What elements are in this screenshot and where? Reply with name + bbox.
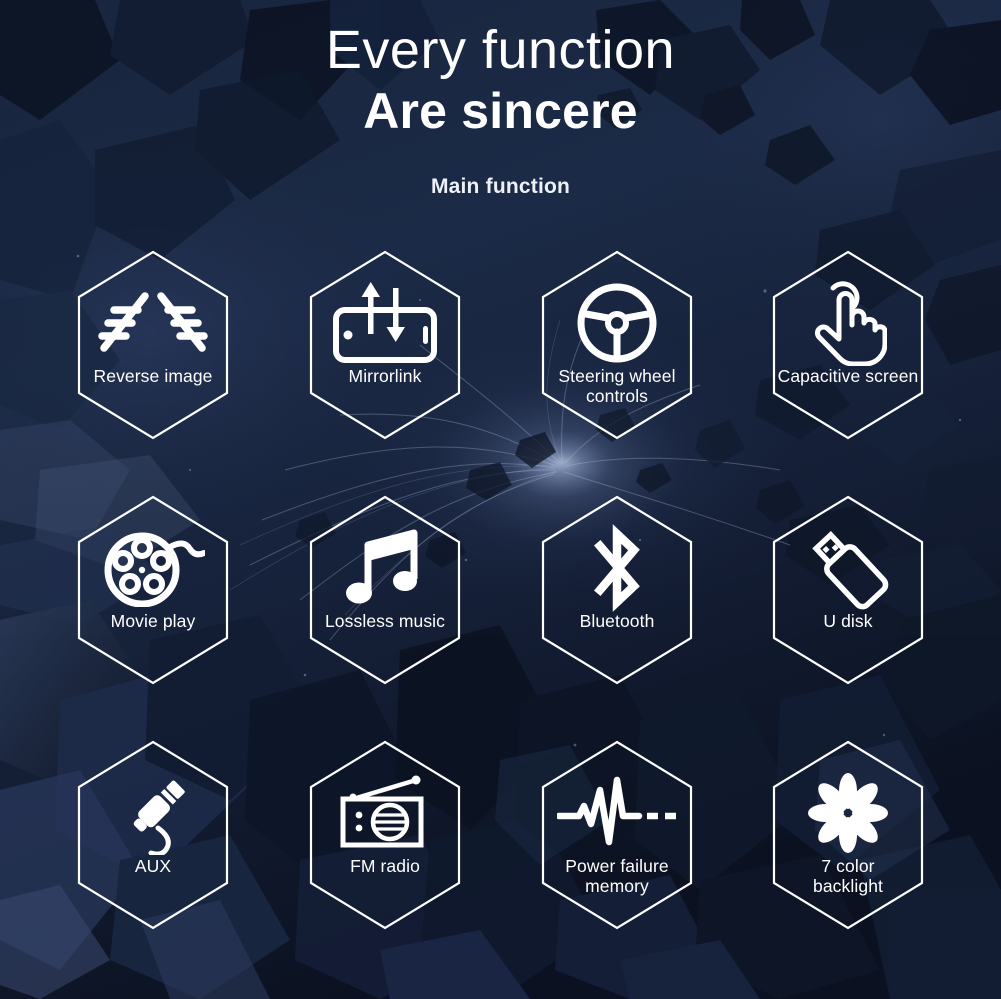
phone-sync-arrows-icon <box>307 279 463 367</box>
audio-jack-icon <box>75 769 231 857</box>
film-reel-icon <box>75 524 231 612</box>
feature-hex-tile-steering-wheel[interactable]: Steering wheel controls <box>539 249 695 441</box>
feature-hex-tile-backlight[interactable]: 7 color backlight <box>770 739 926 931</box>
feature-label-movie-play: Movie play <box>110 611 196 631</box>
music-note-icon <box>307 524 463 612</box>
feature-hex-tile-power-failure[interactable]: Power failure memory <box>539 739 695 931</box>
usb-drive-icon <box>770 524 926 612</box>
radio-icon <box>307 769 463 857</box>
feature-label-power-failure: Power failure memory <box>565 856 669 896</box>
page-title-line1: Every function <box>325 20 676 80</box>
feature-label-reverse-image: Reverse image <box>93 366 213 386</box>
feature-label-mirrorlink: Mirrorlink <box>348 366 422 386</box>
feature-label-fm-radio: FM radio <box>350 856 420 876</box>
feature-label-aux: AUX <box>134 856 172 876</box>
feature-label-backlight: 7 color backlight <box>813 856 883 896</box>
flower-petals-icon <box>770 769 926 857</box>
page-subtitle: Main function <box>430 175 571 199</box>
bluetooth-icon <box>539 524 695 612</box>
feature-label-lossless-music: Lossless music <box>324 611 446 631</box>
feature-hex-tile-bluetooth[interactable]: Bluetooth <box>539 494 695 686</box>
feature-hex-grid: Reverse image Mirrorlink Steering wheel … <box>0 240 1001 980</box>
feature-hex-tile-aux[interactable]: AUX <box>75 739 231 931</box>
feature-hex-tile-mirrorlink[interactable]: Mirrorlink <box>307 249 463 441</box>
feature-label-capacitive-screen: Capacitive screen <box>777 366 919 386</box>
feature-hex-tile-lossless-music[interactable]: Lossless music <box>307 494 463 686</box>
header: Every function Are sincere Main function <box>0 0 1001 199</box>
feature-hex-tile-capacitive-screen[interactable]: Capacitive screen <box>770 249 926 441</box>
parking-guide-lines-icon <box>75 279 231 367</box>
feature-hex-tile-fm-radio[interactable]: FM radio <box>307 739 463 931</box>
feature-hex-tile-reverse-image[interactable]: Reverse image <box>75 249 231 441</box>
feature-hex-tile-movie-play[interactable]: Movie play <box>75 494 231 686</box>
feature-label-steering-wheel: Steering wheel controls <box>558 366 676 406</box>
feature-hex-tile-u-disk[interactable]: U disk <box>770 494 926 686</box>
pulse-wave-icon <box>539 769 695 857</box>
feature-label-u-disk: U disk <box>823 611 873 631</box>
steering-wheel-icon <box>539 279 695 367</box>
touch-hand-icon <box>770 279 926 367</box>
page-title-line2: Are sincere <box>363 83 638 140</box>
feature-label-bluetooth: Bluetooth <box>579 611 655 631</box>
